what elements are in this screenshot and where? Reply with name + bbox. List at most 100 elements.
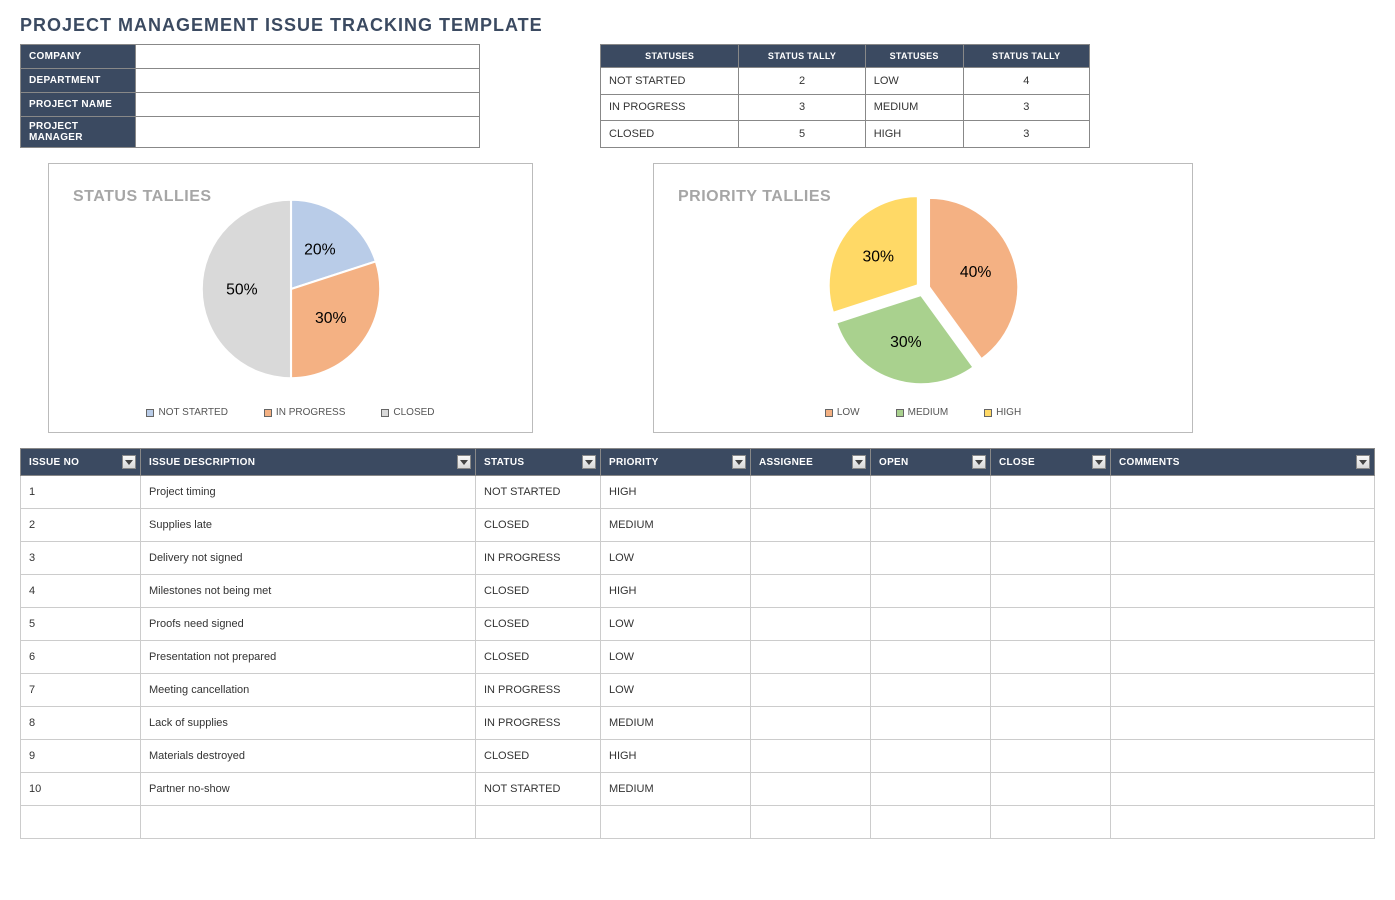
table-cell[interactable]: LOW [601,641,751,674]
table-cell[interactable]: 10 [21,773,141,806]
table-cell[interactable] [1111,773,1375,806]
filter-icon[interactable] [852,455,866,469]
filter-icon[interactable] [1092,455,1106,469]
table-cell[interactable] [751,707,871,740]
table-cell[interactable]: 8 [21,707,141,740]
table-cell[interactable] [871,740,991,773]
table-cell[interactable] [601,806,751,839]
table-cell[interactable] [871,476,991,509]
filter-icon[interactable] [732,455,746,469]
table-cell[interactable]: 6 [21,641,141,674]
table-cell[interactable]: IN PROGRESS [476,674,601,707]
table-cell[interactable] [1111,509,1375,542]
table-cell[interactable] [751,641,871,674]
table-cell[interactable] [1111,476,1375,509]
table-cell[interactable]: NOT STARTED [476,773,601,806]
table-cell[interactable] [871,806,991,839]
filter-icon[interactable] [457,455,471,469]
table-cell[interactable]: 5 [21,608,141,641]
table-cell[interactable]: LOW [601,608,751,641]
table-cell[interactable] [871,707,991,740]
table-cell[interactable] [1111,575,1375,608]
table-cell[interactable] [871,509,991,542]
meta-value[interactable] [136,69,480,93]
table-cell[interactable] [751,542,871,575]
table-cell[interactable] [1111,740,1375,773]
table-cell[interactable] [1111,542,1375,575]
table-cell[interactable]: IN PROGRESS [476,542,601,575]
table-cell[interactable] [871,641,991,674]
table-cell[interactable]: CLOSED [476,740,601,773]
table-cell[interactable]: HIGH [601,575,751,608]
filter-icon[interactable] [582,455,596,469]
table-cell[interactable]: IN PROGRESS [476,707,601,740]
meta-value[interactable] [136,117,480,148]
table-cell[interactable] [751,575,871,608]
table-cell[interactable]: MEDIUM [601,707,751,740]
table-cell[interactable] [991,674,1111,707]
table-cell[interactable] [871,773,991,806]
table-cell[interactable]: 9 [21,740,141,773]
table-cell[interactable]: MEDIUM [601,509,751,542]
table-cell[interactable] [21,806,141,839]
table-cell[interactable] [991,707,1111,740]
table-cell[interactable] [751,674,871,707]
table-cell[interactable]: 4 [21,575,141,608]
filter-icon[interactable] [122,455,136,469]
table-cell[interactable] [751,740,871,773]
table-cell[interactable] [991,608,1111,641]
table-cell[interactable] [751,773,871,806]
table-cell[interactable]: CLOSED [476,641,601,674]
table-cell[interactable] [871,575,991,608]
table-cell[interactable]: Lack of supplies [141,707,476,740]
table-cell[interactable] [1111,806,1375,839]
table-cell[interactable]: 1 [21,476,141,509]
filter-icon[interactable] [972,455,986,469]
table-cell[interactable] [991,740,1111,773]
table-cell[interactable] [871,542,991,575]
table-cell[interactable]: Milestones not being met [141,575,476,608]
table-cell[interactable]: CLOSED [476,608,601,641]
table-cell[interactable] [991,476,1111,509]
table-cell[interactable]: HIGH [601,740,751,773]
table-cell[interactable]: NOT STARTED [476,476,601,509]
table-cell[interactable]: LOW [601,674,751,707]
table-cell[interactable]: LOW [601,542,751,575]
table-cell[interactable]: Supplies late [141,509,476,542]
table-cell[interactable] [1111,641,1375,674]
table-cell[interactable]: 7 [21,674,141,707]
table-cell[interactable]: CLOSED [476,509,601,542]
table-cell[interactable]: HIGH [601,476,751,509]
table-cell[interactable]: Materials destroyed [141,740,476,773]
table-cell[interactable]: Partner no-show [141,773,476,806]
table-cell[interactable]: Presentation not prepared [141,641,476,674]
table-cell[interactable] [871,608,991,641]
table-cell[interactable] [751,806,871,839]
table-cell[interactable]: 2 [21,509,141,542]
table-cell[interactable] [1111,707,1375,740]
table-cell[interactable]: CLOSED [476,575,601,608]
table-cell[interactable] [751,509,871,542]
table-cell[interactable] [751,608,871,641]
table-cell[interactable]: Meeting cancellation [141,674,476,707]
table-cell[interactable] [751,476,871,509]
filter-icon[interactable] [1356,455,1370,469]
table-cell[interactable] [991,641,1111,674]
table-cell[interactable] [871,674,991,707]
table-cell[interactable]: Delivery not signed [141,542,476,575]
table-cell[interactable]: 3 [21,542,141,575]
table-cell[interactable] [991,509,1111,542]
table-cell[interactable]: Proofs need signed [141,608,476,641]
table-cell[interactable]: Project timing [141,476,476,509]
table-cell[interactable] [1111,674,1375,707]
table-cell[interactable]: MEDIUM [601,773,751,806]
table-cell[interactable] [141,806,476,839]
table-cell[interactable] [991,806,1111,839]
table-cell[interactable] [1111,608,1375,641]
table-cell[interactable] [991,542,1111,575]
table-cell[interactable] [991,773,1111,806]
meta-value[interactable] [136,45,480,69]
table-cell[interactable] [991,575,1111,608]
meta-value[interactable] [136,93,480,117]
table-cell[interactable] [476,806,601,839]
